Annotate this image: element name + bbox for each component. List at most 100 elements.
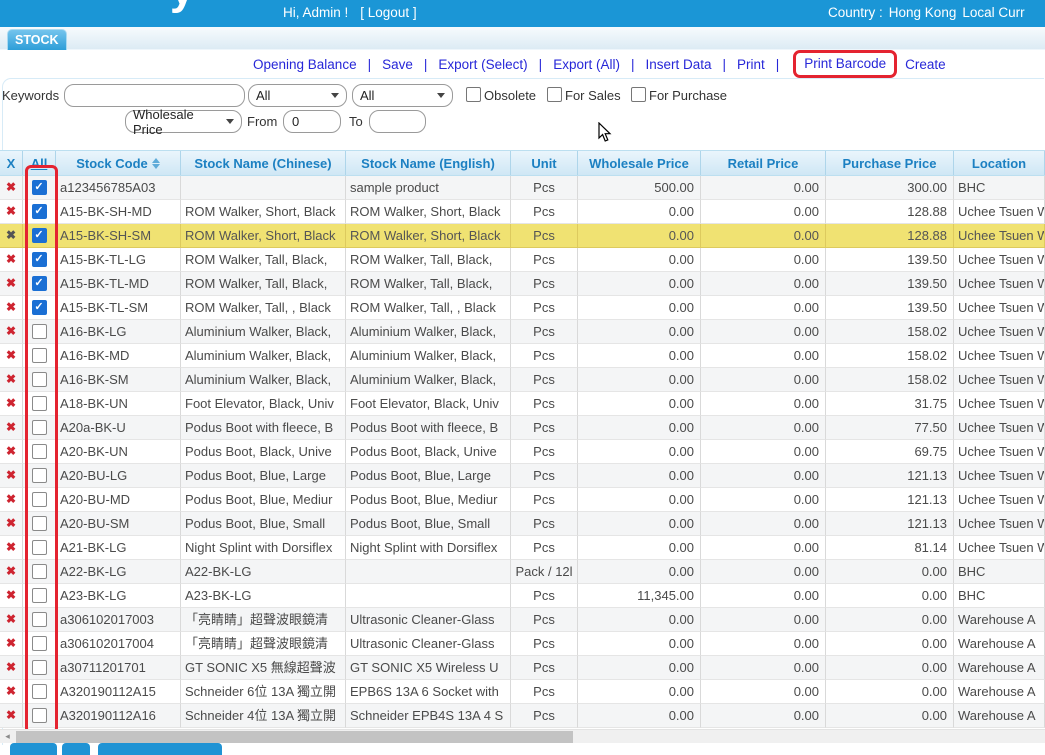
row-checkbox[interactable] [32, 564, 47, 579]
delete-row-button[interactable]: ✖ [0, 392, 23, 416]
cell-retail-price: 0.00 [701, 464, 826, 488]
delete-row-button[interactable]: ✖ [0, 704, 23, 728]
row-checkbox-cell [23, 704, 56, 728]
toolbar-link-opening-balance[interactable]: Opening Balance [253, 57, 357, 72]
delete-row-button[interactable]: ✖ [0, 536, 23, 560]
cell-stock-code: A16-BK-MD [56, 344, 181, 368]
row-checkbox[interactable]: ✓ [32, 300, 47, 315]
delete-row-button[interactable]: ✖ [0, 632, 23, 656]
price-field-select[interactable]: Wholesale Price [125, 110, 242, 133]
row-checkbox[interactable] [32, 612, 47, 627]
row-checkbox[interactable] [32, 588, 47, 603]
scroll-left-arrow-icon[interactable]: ◂ [0, 730, 15, 743]
cell-stock-name-english: Podus Boot, Blue, Small [346, 512, 511, 536]
delete-row-button[interactable]: ✖ [0, 296, 23, 320]
delete-row-button[interactable]: ✖ [0, 464, 23, 488]
row-checkbox[interactable]: ✓ [32, 252, 47, 267]
keywords-input[interactable] [64, 84, 245, 107]
table-row: ✖A16-BK-LGAluminium Walker, Black,Alumin… [0, 320, 1045, 344]
bottom-button[interactable] [10, 743, 57, 755]
row-checkbox[interactable] [32, 684, 47, 699]
delete-row-button[interactable]: ✖ [0, 560, 23, 584]
delete-row-button[interactable]: ✖ [0, 680, 23, 704]
cell-stock-code: A15-BK-SH-MD [56, 200, 181, 224]
cell-unit: Pcs [511, 440, 578, 464]
delete-row-button[interactable]: ✖ [0, 656, 23, 680]
toolbar-link-print-barcode[interactable]: Print Barcode [804, 56, 886, 71]
cell-stock-name-chinese: A22-BK-LG [181, 560, 346, 584]
cell-wholesale-price: 0.00 [578, 296, 701, 320]
row-checkbox[interactable]: ✓ [32, 204, 47, 219]
logout-link[interactable]: [ Logout ] [360, 5, 416, 20]
row-checkbox-cell [23, 392, 56, 416]
cell-stock-name-chinese: Night Splint with Dorsiflex [181, 536, 346, 560]
row-checkbox[interactable]: ✓ [32, 180, 47, 195]
row-checkbox[interactable] [32, 492, 47, 507]
toolbar-link-create[interactable]: Create [905, 57, 946, 72]
row-checkbox-cell: ✓ [23, 272, 56, 296]
cell-retail-price: 0.00 [701, 320, 826, 344]
cell-unit: Pcs [511, 272, 578, 296]
delete-row-button[interactable]: ✖ [0, 368, 23, 392]
cell-wholesale-price: 0.00 [578, 680, 701, 704]
price-field-select-value: Wholesale Price [133, 107, 220, 137]
row-checkbox[interactable] [32, 420, 47, 435]
row-checkbox[interactable]: ✓ [32, 276, 47, 291]
delete-row-button[interactable]: ✖ [0, 608, 23, 632]
for-sales-checkbox[interactable] [547, 87, 562, 102]
row-checkbox[interactable] [32, 708, 47, 723]
stock-table-body: ✖✓a123456785A03sample productPcs500.000.… [0, 176, 1045, 728]
delete-row-button[interactable]: ✖ [0, 176, 23, 200]
delete-row-button[interactable]: ✖ [0, 488, 23, 512]
cell-retail-price: 0.00 [701, 584, 826, 608]
cell-unit: Pcs [511, 704, 578, 728]
cell-stock-code: A16-BK-SM [56, 368, 181, 392]
tab-stock[interactable]: STOCK [7, 29, 67, 50]
delete-row-button[interactable]: ✖ [0, 584, 23, 608]
for-purchase-checkbox[interactable] [631, 87, 646, 102]
row-checkbox[interactable] [32, 540, 47, 555]
delete-row-button[interactable]: ✖ [0, 200, 23, 224]
row-checkbox[interactable] [32, 324, 47, 339]
bottom-button[interactable] [98, 743, 222, 755]
toolbar-link-export-select-[interactable]: Export (Select) [438, 57, 527, 72]
cell-location: Warehouse A [954, 656, 1045, 680]
cell-unit: Pcs [511, 320, 578, 344]
cell-unit: Pcs [511, 488, 578, 512]
toolbar-link-save[interactable]: Save [382, 57, 413, 72]
row-checkbox[interactable] [32, 396, 47, 411]
row-checkbox[interactable] [32, 516, 47, 531]
row-checkbox[interactable] [32, 444, 47, 459]
delete-row-button[interactable]: ✖ [0, 416, 23, 440]
delete-row-button[interactable]: ✖ [0, 344, 23, 368]
column-header-stock-code[interactable]: Stock Code [56, 151, 181, 175]
row-checkbox-cell: ✓ [23, 248, 56, 272]
row-checkbox[interactable] [32, 660, 47, 675]
toolbar-link-export-all-[interactable]: Export (All) [553, 57, 620, 72]
row-checkbox[interactable]: ✓ [32, 228, 47, 243]
delete-row-button[interactable]: ✖ [0, 512, 23, 536]
delete-row-button[interactable]: ✖ [0, 320, 23, 344]
row-checkbox[interactable] [32, 372, 47, 387]
delete-row-button[interactable]: ✖ [0, 440, 23, 464]
delete-row-button[interactable]: ✖ [0, 224, 23, 248]
toolbar-link-print[interactable]: Print [737, 57, 765, 72]
toolbar-link-insert-data[interactable]: Insert Data [645, 57, 711, 72]
cell-retail-price: 0.00 [701, 680, 826, 704]
cell-stock-name-chinese: Podus Boot, Blue, Large [181, 464, 346, 488]
cell-retail-price: 0.00 [701, 512, 826, 536]
category-select-2[interactable]: All [352, 84, 453, 107]
price-from-input[interactable] [283, 110, 341, 133]
horizontal-scrollbar[interactable]: ◂ [0, 729, 1045, 743]
category-select-1[interactable]: All [248, 84, 347, 107]
row-checkbox[interactable] [32, 468, 47, 483]
row-checkbox[interactable] [32, 636, 47, 651]
select-all-link[interactable]: All [23, 151, 56, 175]
delete-row-button[interactable]: ✖ [0, 248, 23, 272]
price-to-input[interactable] [369, 110, 426, 133]
bottom-button[interactable] [62, 743, 90, 755]
delete-row-button[interactable]: ✖ [0, 272, 23, 296]
row-checkbox[interactable] [32, 348, 47, 363]
obsolete-checkbox[interactable] [466, 87, 481, 102]
scrollbar-thumb[interactable] [16, 731, 573, 743]
